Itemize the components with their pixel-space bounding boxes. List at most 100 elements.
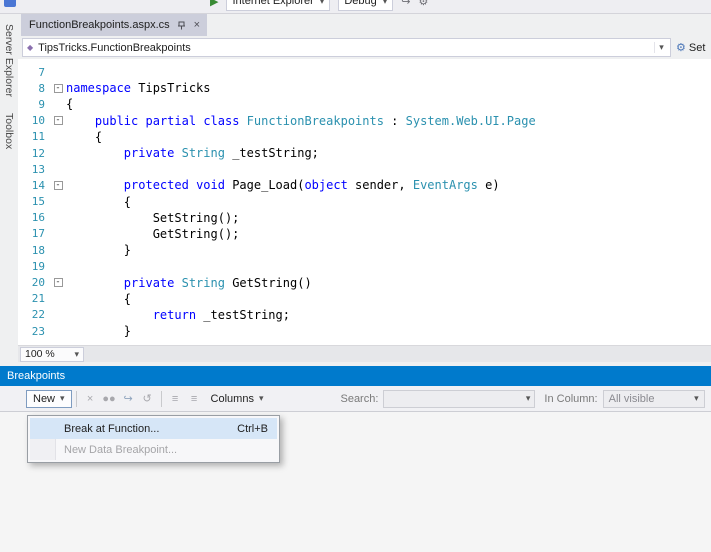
line-number: 23 xyxy=(31,324,45,338)
sidebar-item-toolbox[interactable]: Toolbox xyxy=(3,113,15,149)
code-line[interactable]: 13 xyxy=(18,161,711,177)
breakpoints-toolbar: New ▾ × ●● ↪ ↺ ≡ ≡ Columns ▾ Search: ▾ I… xyxy=(0,386,711,412)
gear-icon[interactable]: ⚙ xyxy=(419,0,429,8)
browser-select[interactable]: Internet Explorer ▾ xyxy=(226,0,331,11)
type-navigator-dropdown[interactable]: ◆ TipsTricks.FunctionBreakpoints ▾ xyxy=(22,38,671,57)
document-tab-label: FunctionBreakpoints.aspx.cs xyxy=(29,19,170,31)
menu-item-label: New Data Breakpoint... xyxy=(64,443,178,456)
code-line[interactable]: 7 xyxy=(18,64,711,80)
list-view-icon[interactable]: ≡ xyxy=(166,393,185,405)
line-number: 17 xyxy=(31,227,45,241)
pin-icon[interactable] xyxy=(177,20,187,30)
code-line[interactable]: 23 } xyxy=(18,323,711,339)
code-line[interactable]: 22 return _testString; xyxy=(18,307,711,323)
new-breakpoint-button[interactable]: New ▾ xyxy=(26,389,72,408)
chevron-down-icon: ▾ xyxy=(74,348,79,359)
main-toolbar: ▶ Internet Explorer ▾ Debug ▾ ↪ ⚙ xyxy=(0,0,711,14)
solution-config-select[interactable]: Debug ▾ xyxy=(338,0,394,11)
close-icon[interactable]: × xyxy=(194,19,200,31)
code-text: private String _testString; xyxy=(123,146,319,161)
menu-item-break-at-function[interactable]: Break at Function... Ctrl+B xyxy=(30,418,277,439)
code-text: { xyxy=(66,194,132,209)
in-column-select[interactable]: All visible ▾ xyxy=(602,389,705,408)
code-line[interactable]: 12 private String _testString; xyxy=(18,145,711,161)
breakpoints-panel-header[interactable]: Breakpoints xyxy=(0,366,711,386)
line-number: 11 xyxy=(31,130,45,144)
code-editor[interactable]: 7 8- namespace TipsTricks 9{10- public part… xyxy=(18,59,711,345)
line-number: 9 xyxy=(38,97,45,111)
code-text: namespace TipsTricks xyxy=(66,81,211,96)
code-line[interactable]: 19 xyxy=(18,258,711,274)
fold-collapse-icon[interactable]: - xyxy=(53,83,63,93)
code-line[interactable]: 16 SetString(); xyxy=(18,210,711,226)
go-to-icon[interactable]: ↪ xyxy=(401,0,410,8)
toolbar-app-icon[interactable] xyxy=(4,0,16,7)
code-text: public partial class FunctionBreakpoints… xyxy=(94,113,536,128)
code-line[interactable]: 18 } xyxy=(18,242,711,258)
sidebar-item-server-explorer[interactable]: Server Explorer xyxy=(3,24,15,97)
columns-button-label: Columns xyxy=(210,392,254,405)
fold-margin: - xyxy=(50,180,66,190)
chevron-down-icon: ▾ xyxy=(319,0,325,6)
code-line[interactable]: 8- namespace TipsTricks xyxy=(18,80,711,96)
menu-item-new-data-breakpoint: New Data Breakpoint... xyxy=(30,439,277,460)
chevron-down-icon[interactable]: ▾ xyxy=(654,42,668,53)
new-breakpoint-menu: Break at Function... Ctrl+B New Data Bre… xyxy=(27,415,280,463)
type-navigator-value: TipsTricks.FunctionBreakpoints xyxy=(38,41,191,54)
left-tab-strip: Server Explorer Toolbox xyxy=(0,14,18,362)
code-text: } xyxy=(66,324,132,339)
class-icon: ◆ xyxy=(27,43,34,52)
start-debug-icon[interactable]: ▶ xyxy=(210,0,218,8)
main-area: Server Explorer Toolbox FunctionBreakpoi… xyxy=(0,14,711,362)
breakpoints-panel: Breakpoints New ▾ × ●● ↪ ↺ ≡ ≡ Columns ▾… xyxy=(0,362,711,552)
line-number: 14 xyxy=(31,178,45,192)
export-breakpoints-icon[interactable]: ↺ xyxy=(138,392,157,405)
chevron-down-icon: ▾ xyxy=(525,393,531,403)
line-number: 10 xyxy=(31,114,45,128)
fold-collapse-icon[interactable]: - xyxy=(53,116,63,126)
menu-item-label: Break at Function... xyxy=(64,422,160,435)
fold-collapse-icon[interactable]: - xyxy=(53,180,63,190)
code-line[interactable]: 14- protected void Page_Load(object send… xyxy=(18,177,711,193)
columns-button[interactable]: Columns ▾ xyxy=(204,390,271,408)
new-breakpoint-button-label: New xyxy=(33,392,56,405)
line-number: 7 xyxy=(38,65,45,79)
chevron-down-icon: ▾ xyxy=(258,393,264,403)
settings-gear-icon[interactable]: ⚙ xyxy=(676,41,686,54)
code-line[interactable]: 11 { xyxy=(18,129,711,145)
code-text: return _testString; xyxy=(152,307,290,322)
code-line[interactable]: 10- public partial class FunctionBreakpo… xyxy=(18,113,711,129)
search-label: Search: xyxy=(340,392,379,405)
settings-label: Set xyxy=(688,41,706,54)
document-tab[interactable]: FunctionBreakpoints.aspx.cs × xyxy=(21,14,208,36)
toggle-all-breakpoints-icon[interactable]: ●● xyxy=(100,393,119,405)
vs-window: ▶ Internet Explorer ▾ Debug ▾ ↪ ⚙ Server… xyxy=(0,0,711,552)
document-tab-bar: FunctionBreakpoints.aspx.cs × xyxy=(18,14,711,36)
editor-column: FunctionBreakpoints.aspx.cs × ◆ TipsTric… xyxy=(18,14,711,362)
line-number: 12 xyxy=(31,146,45,160)
code-text: protected void Page_Load(object sender, … xyxy=(123,178,500,193)
toolbar-separator xyxy=(75,390,77,407)
list-view-alt-icon[interactable]: ≡ xyxy=(185,393,204,405)
code-line[interactable]: 9{ xyxy=(18,96,711,112)
in-column-label: In Column: xyxy=(544,392,598,405)
code-line[interactable]: 15 { xyxy=(18,194,711,210)
chevron-down-icon: ▾ xyxy=(694,393,699,403)
code-line[interactable]: 21 { xyxy=(18,291,711,307)
line-number: 18 xyxy=(31,243,45,257)
code-line[interactable]: 17 GetString(); xyxy=(18,226,711,242)
line-number: 8 xyxy=(38,81,45,95)
line-number: 15 xyxy=(31,195,45,209)
fold-margin: - xyxy=(50,278,66,288)
nav-bar-right: ⚙ Set xyxy=(671,41,711,55)
go-to-source-icon[interactable]: ↪ xyxy=(119,392,138,405)
fold-collapse-icon[interactable]: - xyxy=(53,278,63,288)
breakpoints-panel-title: Breakpoints xyxy=(7,370,66,382)
code-line[interactable]: 20- private String GetString() xyxy=(18,274,711,290)
chevron-down-icon: ▾ xyxy=(382,0,388,6)
delete-breakpoint-icon[interactable]: × xyxy=(81,393,100,405)
code-text: { xyxy=(66,97,74,112)
line-number: 21 xyxy=(31,292,45,306)
zoom-select[interactable]: 100 % ▾ xyxy=(20,346,84,362)
search-input[interactable]: ▾ xyxy=(383,389,536,408)
